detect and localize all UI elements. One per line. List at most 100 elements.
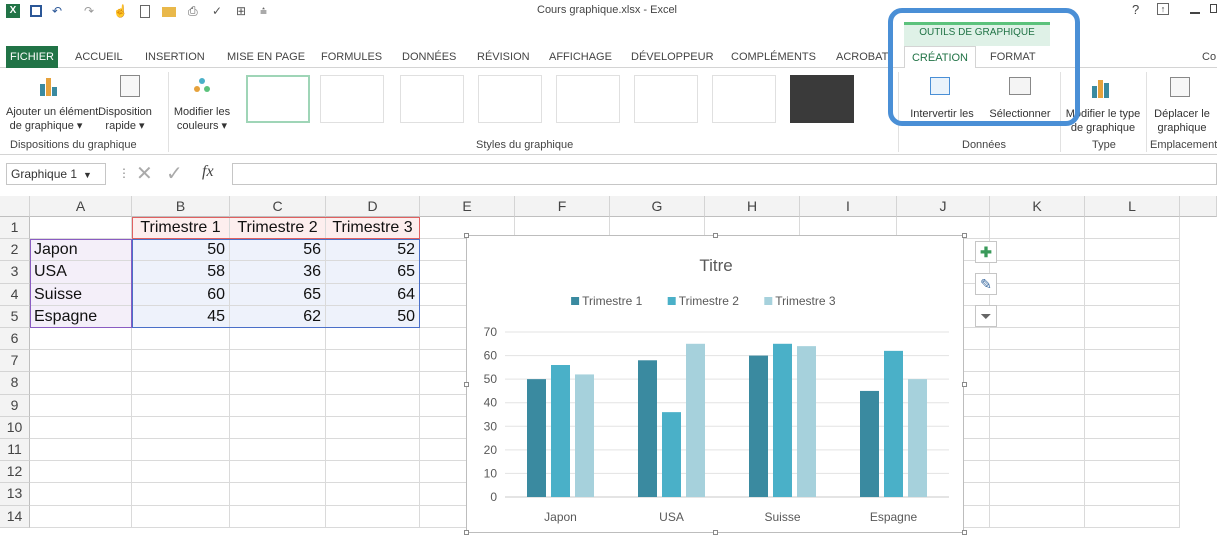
account-name[interactable]: Co (1202, 46, 1216, 68)
column-header-B[interactable]: B (132, 196, 230, 217)
tab-formulas[interactable]: FORMULES (321, 46, 382, 68)
column-header-J[interactable]: J (897, 196, 990, 217)
cell[interactable] (1085, 416, 1180, 439)
cell[interactable] (990, 439, 1085, 462)
cell[interactable] (326, 483, 420, 506)
resize-handle[interactable] (464, 381, 469, 387)
ribbon-display-options-icon[interactable]: ↑ (1157, 3, 1169, 15)
cell[interactable] (990, 461, 1085, 484)
cell[interactable] (326, 461, 420, 484)
help-icon[interactable]: ? (1132, 2, 1139, 17)
resize-handle[interactable] (962, 381, 967, 387)
cell[interactable] (1085, 439, 1180, 462)
row-header-1[interactable]: 1 (0, 217, 30, 240)
cell[interactable] (326, 439, 420, 462)
cell[interactable] (990, 372, 1085, 395)
touch-mode-icon[interactable]: ☝ (113, 3, 128, 19)
enter-icon[interactable]: ✓ (166, 161, 183, 186)
chart-styles-button[interactable]: ✎ (975, 273, 997, 295)
chart-style-3[interactable] (400, 75, 464, 123)
cell[interactable] (230, 439, 326, 462)
column-header-A[interactable]: A (30, 196, 132, 217)
cell[interactable] (990, 394, 1085, 417)
chart-object[interactable]: Titre Trimestre 1 Trimestre 2 Trimestre 3 0 1… (466, 235, 964, 533)
cell[interactable] (30, 217, 132, 240)
insert-function-icon[interactable]: fx (202, 163, 214, 181)
cell[interactable] (1085, 283, 1180, 306)
resize-handle[interactable] (962, 233, 967, 238)
column-header-D[interactable]: D (326, 196, 420, 217)
cell[interactable] (30, 461, 132, 484)
cell[interactable] (326, 394, 420, 417)
row-header-9[interactable]: 9 (0, 394, 30, 417)
tab-add-ins[interactable]: COMPLÉMENTS (731, 46, 816, 68)
row-header-14[interactable]: 14 (0, 505, 30, 528)
cell[interactable] (132, 416, 230, 439)
cell[interactable] (990, 416, 1085, 439)
cell[interactable] (990, 217, 1085, 240)
sort-icon[interactable]: ⊞ (236, 3, 246, 19)
cell[interactable] (30, 350, 132, 373)
cell[interactable] (1085, 217, 1180, 240)
cell[interactable] (132, 483, 230, 506)
row-header-10[interactable]: 10 (0, 416, 30, 439)
tab-acrobat[interactable]: ACROBAT (836, 46, 888, 68)
tab-page-layout[interactable]: MISE EN PAGE (227, 46, 305, 68)
cell[interactable] (132, 461, 230, 484)
cell[interactable] (326, 416, 420, 439)
resize-handle[interactable] (713, 233, 718, 238)
spelling-icon[interactable]: ✓ (212, 3, 222, 19)
select-all-corner[interactable] (0, 196, 30, 217)
column-header-L[interactable]: L (1085, 196, 1180, 217)
cell[interactable] (1085, 394, 1180, 417)
row-header-7[interactable]: 7 (0, 350, 30, 373)
cell[interactable] (132, 439, 230, 462)
cell[interactable] (132, 328, 230, 351)
cell[interactable] (990, 328, 1085, 351)
column-header-C[interactable]: C (230, 196, 326, 217)
minimize-icon[interactable] (1190, 12, 1200, 14)
cell[interactable] (30, 416, 132, 439)
resize-handle[interactable] (713, 530, 718, 535)
chart-style-4[interactable] (478, 75, 542, 123)
tab-review[interactable]: RÉVISION (477, 46, 530, 68)
column-header-I[interactable]: I (800, 196, 897, 217)
cell[interactable] (1085, 350, 1180, 373)
tab-home[interactable]: ACCUEIL (75, 46, 123, 68)
undo-icon[interactable]: ↶ (52, 3, 62, 19)
cell[interactable] (230, 372, 326, 395)
cell[interactable] (132, 372, 230, 395)
tab-view[interactable]: AFFICHAGE (549, 46, 612, 68)
cell[interactable] (30, 394, 132, 417)
cell[interactable] (230, 350, 326, 373)
tab-data[interactable]: DONNÉES (402, 46, 456, 68)
print-preview-icon[interactable]: ⎙ (188, 3, 198, 19)
cell[interactable] (1085, 372, 1180, 395)
resize-handle[interactable] (962, 530, 967, 535)
chart-elements-button[interactable]: ✚ (975, 241, 997, 263)
open-folder-icon[interactable] (162, 7, 176, 17)
customize-qat-icon[interactable]: ⩮ (260, 3, 267, 19)
cell[interactable] (990, 283, 1085, 306)
cell[interactable] (230, 394, 326, 417)
tab-insert[interactable]: INSERTION (145, 46, 205, 68)
resize-handle[interactable] (464, 233, 469, 238)
cell[interactable] (30, 439, 132, 462)
cell[interactable] (990, 350, 1085, 373)
cell[interactable] (1085, 305, 1180, 328)
tab-developer[interactable]: DÉVELOPPEUR (631, 46, 714, 68)
cell[interactable] (230, 328, 326, 351)
cell[interactable] (326, 350, 420, 373)
cell[interactable] (990, 305, 1085, 328)
cell[interactable] (1085, 328, 1180, 351)
cell[interactable] (990, 239, 1085, 262)
cell[interactable] (1085, 261, 1180, 284)
column-header-G[interactable]: G (610, 196, 705, 217)
row-header-4[interactable]: 4 (0, 283, 30, 306)
redo-icon[interactable]: ↷ (84, 3, 94, 19)
formula-input[interactable] (232, 163, 1217, 185)
cell[interactable] (230, 505, 326, 528)
row-header-2[interactable]: 2 (0, 239, 30, 262)
chart-style-7[interactable] (712, 75, 776, 123)
row-header-6[interactable]: 6 (0, 328, 30, 351)
